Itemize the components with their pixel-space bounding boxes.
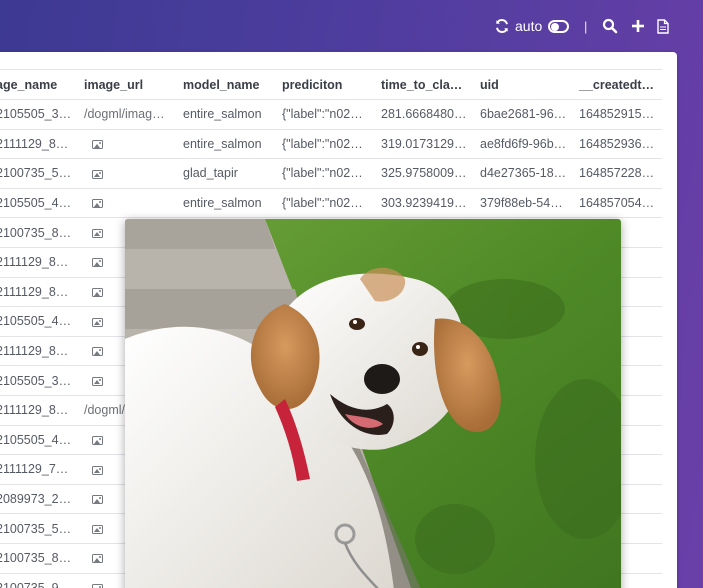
uid-cell: 6bae2681-96… [474, 99, 573, 130]
image-url-cell [78, 187, 177, 218]
time-cell: 303.9239419… [375, 187, 474, 218]
image-name-cell: 2105505_3… [0, 99, 78, 130]
table-row[interactable]: 2111129_8… entire_salmon {"label":"n021… 31… [0, 128, 662, 159]
image-name-cell: 2111129_8… [0, 128, 78, 159]
image-icon[interactable] [92, 317, 103, 327]
column-header[interactable]: age_name [0, 69, 78, 100]
image-name-cell: 2111129_8… [0, 276, 78, 307]
column-header[interactable]: time_to_clas… [375, 69, 474, 100]
image-icon[interactable] [92, 140, 103, 150]
image-name-cell: 2111129_8… [0, 246, 78, 278]
created-cell: 16485291514… [573, 99, 662, 130]
image-icon[interactable] [92, 169, 103, 179]
table-row[interactable]: 2100735_5… glad_tapir {"label":"n020… 325.9… [0, 158, 662, 189]
image-name-cell: 2105505_4… [0, 306, 78, 337]
image-icon[interactable] [92, 376, 103, 386]
table-row[interactable]: 2105505_3…/dogml/image… entire_salmon {"la… [0, 99, 662, 130]
toggle-knob [551, 22, 559, 31]
image-name-cell: 2105505_4… [0, 187, 78, 218]
model-name-cell: entire_salmon [177, 187, 276, 218]
image-url-cell [78, 128, 177, 159]
created-cell: 16485722825… [573, 158, 662, 189]
image-icon[interactable] [92, 436, 103, 446]
time-cell: 319.0173129… [375, 128, 474, 159]
table-header-row: age_name image_url model_name prediciton tim… [0, 69, 662, 100]
column-header[interactable]: __createdtim… [573, 69, 662, 100]
image-icon[interactable] [92, 524, 103, 534]
image-name-cell: 2111129_8… [0, 335, 78, 366]
prediction-cell: {"label":"n020… [276, 158, 375, 189]
image-name-cell: 2100735_8… [0, 217, 78, 248]
model-name-cell: entire_salmon [177, 128, 276, 159]
image-icon[interactable] [92, 347, 103, 357]
prediction-cell: {"label":"n020… [276, 99, 375, 130]
uid-cell: d4e27365-18… [474, 158, 573, 189]
refresh-icon[interactable] [494, 17, 510, 35]
column-header[interactable]: model_name [177, 69, 276, 100]
column-header[interactable]: image_url [78, 69, 177, 100]
dog-photo [125, 219, 621, 588]
image-icon[interactable] [92, 258, 103, 268]
auto-refresh-label: auto [515, 18, 543, 34]
search-icon[interactable] [602, 17, 618, 35]
image-name-cell: 2111129_8… [0, 394, 78, 426]
time-cell: 325.9758009… [375, 158, 474, 189]
uid-cell: ae8fd6f9-96b… [474, 128, 573, 159]
image-name-cell: 2089973_2… [0, 483, 78, 514]
toolbar-divider: | [584, 18, 588, 34]
image-icon[interactable] [92, 199, 103, 209]
table-row[interactable]: 2105505_4… entire_salmon {"label":"n020… 30… [0, 187, 662, 218]
image-name-cell: 2100735_5… [0, 513, 78, 544]
prediction-cell: {"label":"n021… [276, 128, 375, 159]
plus-icon[interactable] [630, 17, 646, 35]
column-header[interactable]: uid [474, 69, 573, 100]
model-name-cell: glad_tapir [177, 158, 276, 189]
created-cell: 16485705472… [573, 187, 662, 218]
time-cell: 281.6668480… [375, 99, 474, 130]
image-icon[interactable] [92, 495, 103, 505]
document-icon[interactable] [657, 17, 671, 35]
auto-refresh-toggle[interactable] [548, 20, 569, 33]
top-toolbar: auto | [0, 0, 703, 52]
image-icon[interactable] [92, 584, 103, 588]
image-url-cell: /dogml/image… [78, 99, 177, 130]
image-icon[interactable] [92, 228, 103, 238]
image-name-cell: 2100735_9… [0, 572, 78, 588]
image-preview-popup [125, 219, 621, 588]
image-name-cell: 2100735_8… [0, 542, 78, 573]
image-name-cell: 2105505_4… [0, 424, 78, 455]
prediction-cell: {"label":"n020… [276, 187, 375, 218]
created-cell: 16485293698… [573, 128, 662, 159]
model-name-cell: entire_salmon [177, 99, 276, 130]
image-icon[interactable] [92, 288, 103, 298]
image-name-cell: 2111129_7… [0, 454, 78, 485]
uid-cell: 379f88eb-548… [474, 187, 573, 218]
image-icon[interactable] [92, 465, 103, 475]
image-icon[interactable] [92, 554, 103, 564]
image-url-cell [78, 158, 177, 189]
column-header[interactable]: prediciton [276, 69, 375, 100]
image-name-cell: 2105505_3… [0, 365, 78, 396]
image-name-cell: 2100735_5… [0, 158, 78, 189]
